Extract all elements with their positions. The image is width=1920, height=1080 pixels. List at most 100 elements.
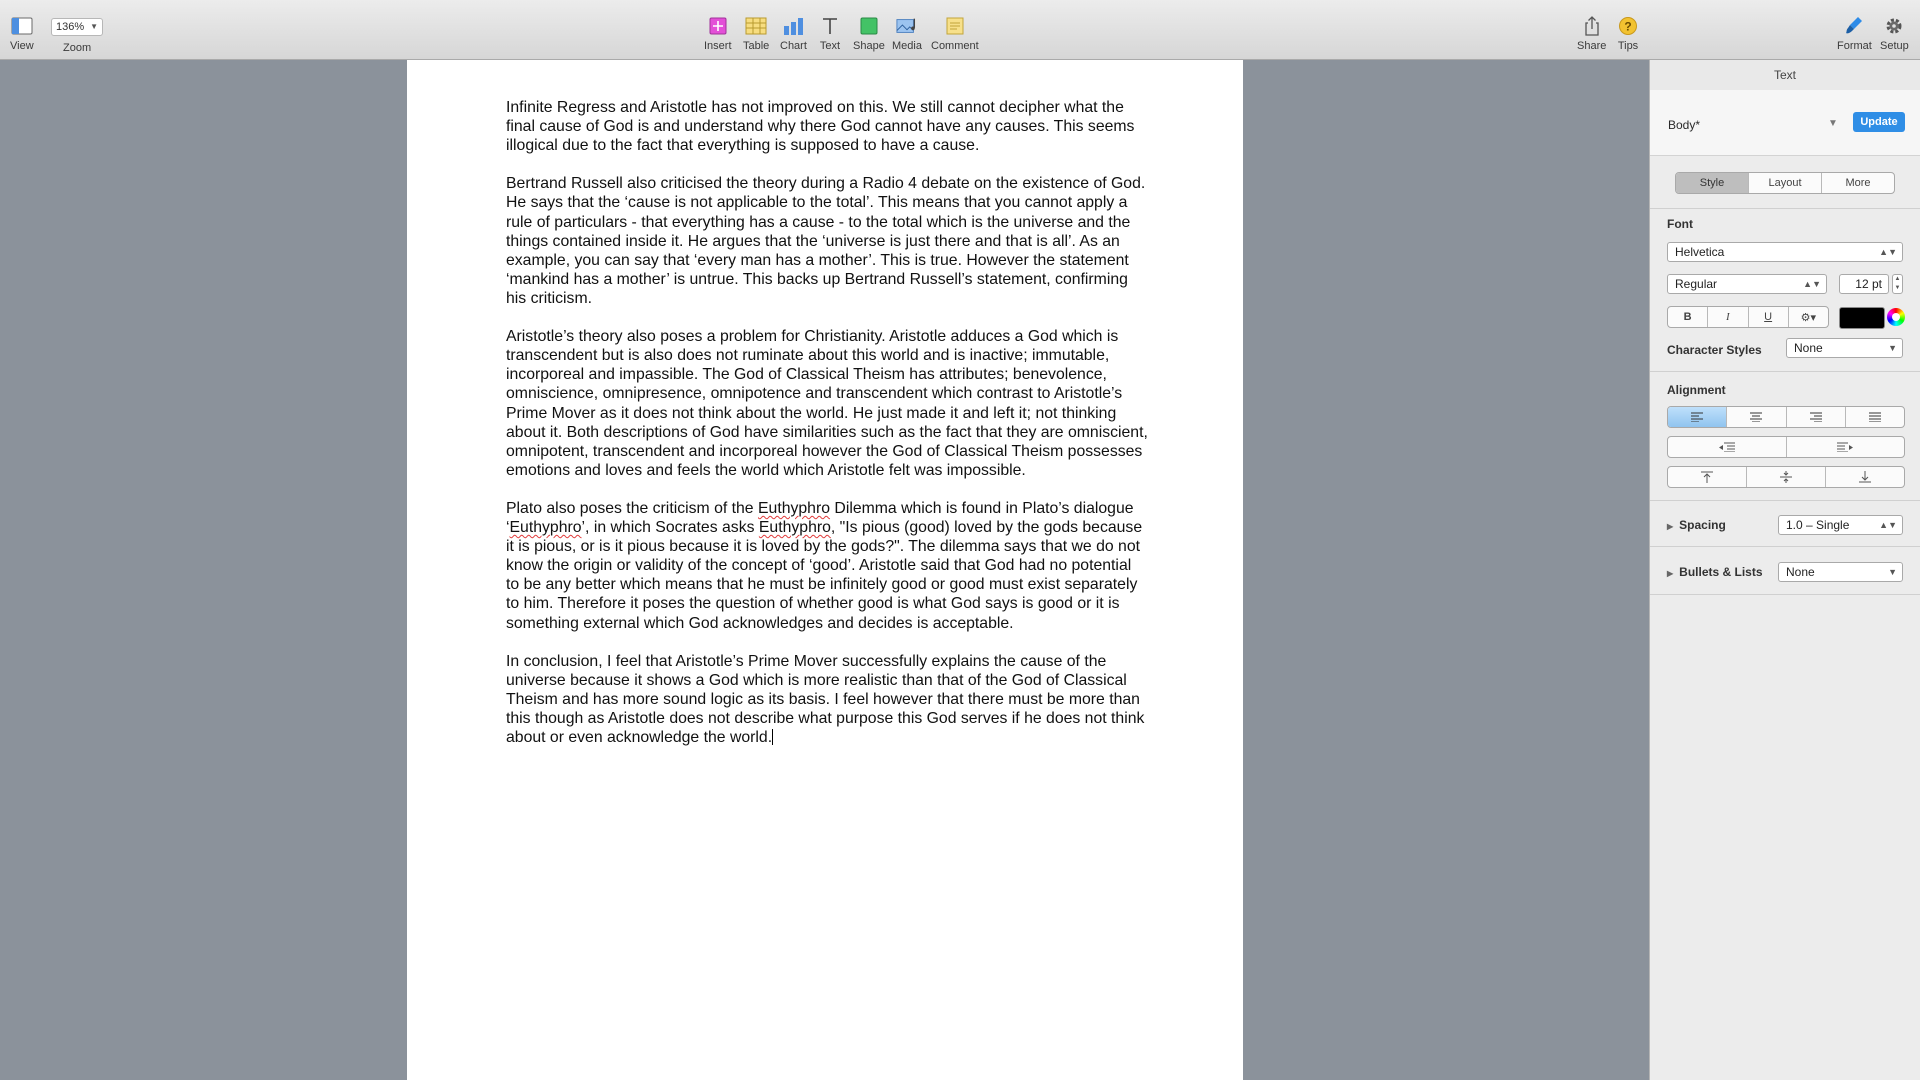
align-left-icon	[1691, 412, 1704, 422]
format-button[interactable]: Format	[1837, 15, 1872, 52]
align-justify-button[interactable]	[1846, 407, 1904, 427]
spacing-value: 1.0 – Single	[1786, 518, 1850, 532]
document-paragraph[interactable]: In conclusion, I feel that Aristotle’s P…	[506, 652, 1148, 747]
alignment-label: Alignment	[1667, 383, 1726, 397]
alignment-buttons	[1667, 406, 1905, 428]
font-typeface-popup[interactable]: Regular ▲▼	[1667, 274, 1827, 294]
table-icon	[745, 15, 767, 37]
document-paragraph[interactable]: Infinite Regress and Aristotle has not i…	[506, 98, 1148, 155]
font-style-buttons: B I U ⚙▾	[1667, 306, 1829, 328]
shape-label: Shape	[853, 40, 885, 52]
misspelled-word: Euthyphro	[758, 499, 831, 517]
comment-button[interactable]: Comment	[931, 15, 979, 52]
media-button[interactable]: Media	[892, 15, 922, 52]
zoom-popup[interactable]: 136% ▼	[51, 18, 103, 36]
paragraph-text: Infinite Regress and Aristotle has not i…	[506, 99, 1135, 155]
align-bottom-button[interactable]	[1826, 467, 1904, 487]
toolbar: View 136% ▼ Zoom Insert Table Chart Text…	[0, 0, 1920, 60]
tips-button[interactable]: ? Tips	[1617, 15, 1639, 52]
vertical-alignment-buttons	[1667, 466, 1905, 488]
align-right-button[interactable]	[1787, 407, 1846, 427]
shape-button[interactable]: Shape	[853, 15, 885, 52]
format-inspector: Text Body* ▼ Update Style Layout More Fo…	[1649, 60, 1920, 1080]
svg-text:?: ?	[1624, 20, 1631, 34]
divider	[1650, 371, 1920, 372]
tab-layout[interactable]: Layout	[1749, 173, 1822, 193]
spacing-popup[interactable]: 1.0 – Single ▲▼	[1778, 515, 1903, 535]
media-label: Media	[892, 40, 922, 52]
setup-label: Setup	[1880, 40, 1909, 52]
align-middle-button[interactable]	[1747, 467, 1826, 487]
share-button[interactable]: Share	[1577, 15, 1606, 52]
decrease-indent-button[interactable]	[1668, 437, 1787, 457]
chevron-updown-icon: ▲▼	[1879, 520, 1897, 530]
question-icon: ?	[1617, 15, 1639, 37]
font-size-field[interactable]: 12 pt	[1839, 274, 1889, 294]
zoom-label: Zoom	[63, 42, 92, 54]
font-size-stepper[interactable]: ▲ ▼	[1892, 274, 1903, 294]
setup-button[interactable]: Setup	[1880, 15, 1909, 52]
text-button[interactable]: Text	[819, 15, 841, 52]
character-styles-popup[interactable]: None ▼	[1786, 338, 1903, 358]
underline-button[interactable]: U	[1749, 307, 1789, 327]
chart-label: Chart	[780, 40, 807, 52]
disclosure-triangle-icon: ▶	[1667, 569, 1674, 578]
align-center-icon	[1750, 412, 1763, 422]
tips-label: Tips	[1617, 40, 1639, 52]
document-paragraph[interactable]: Plato also poses the criticism of the Eu…	[506, 499, 1148, 633]
align-justify-icon	[1868, 412, 1881, 422]
table-button[interactable]: Table	[743, 15, 769, 52]
text-options-button[interactable]: ⚙▾	[1789, 307, 1828, 327]
increase-indent-button[interactable]	[1787, 437, 1905, 457]
paragraph-style-name[interactable]: Body*	[1668, 118, 1700, 132]
bullets-popup[interactable]: None ▼	[1778, 562, 1903, 582]
insert-label: Insert	[704, 40, 732, 52]
align-top-button[interactable]	[1668, 467, 1747, 487]
font-family-value: Helvetica	[1675, 245, 1725, 259]
gear-icon	[1883, 15, 1905, 37]
insert-button[interactable]: Insert	[704, 15, 732, 52]
chart-button[interactable]: Chart	[780, 15, 807, 52]
chevron-down-icon[interactable]: ▼	[1828, 118, 1838, 129]
paragraph-text: ’, in which Socrates asks	[581, 519, 759, 537]
text-label: Text	[819, 40, 841, 52]
update-style-button[interactable]: Update	[1853, 112, 1905, 132]
align-top-icon	[1701, 471, 1713, 483]
comment-label: Comment	[931, 40, 979, 52]
align-left-button[interactable]	[1668, 407, 1728, 427]
tab-more[interactable]: More	[1822, 173, 1894, 193]
spacing-label: Spacing	[1679, 518, 1726, 532]
document-body[interactable]: Infinite Regress and Aristotle has not i…	[506, 98, 1148, 766]
share-icon	[1581, 15, 1603, 37]
divider	[1650, 208, 1920, 209]
disclosure-triangle-icon: ▶	[1667, 522, 1674, 531]
tab-style[interactable]: Style	[1676, 173, 1749, 193]
align-middle-icon	[1780, 471, 1792, 483]
paragraph-text: Bertrand Russell also criticised the the…	[506, 175, 1146, 307]
color-wheel-icon[interactable]	[1887, 308, 1905, 326]
text-color-swatch[interactable]	[1839, 307, 1885, 329]
divider	[1650, 594, 1920, 595]
paragraph-text: Plato also poses the criticism of the	[506, 499, 758, 517]
view-button[interactable]: View	[10, 15, 34, 52]
paragraph-style-row: Body* ▼ Update	[1650, 90, 1920, 156]
font-section-label: Font	[1667, 217, 1693, 231]
inspector-tabs: Style Layout More	[1675, 172, 1895, 194]
font-family-popup[interactable]: Helvetica ▲▼	[1667, 242, 1903, 262]
document-paragraph[interactable]: Aristotle’s theory also poses a problem …	[506, 327, 1148, 480]
divider	[1650, 546, 1920, 547]
divider	[1650, 500, 1920, 501]
document-page[interactable]: Infinite Regress and Aristotle has not i…	[407, 60, 1243, 1080]
text-cursor	[772, 729, 774, 746]
format-label: Format	[1837, 40, 1872, 52]
spacing-disclosure[interactable]: ▶ Spacing	[1667, 518, 1726, 532]
outdent-icon	[1718, 442, 1735, 452]
chevron-down-icon: ▼	[1888, 567, 1897, 577]
document-paragraph[interactable]: Bertrand Russell also criticised the the…	[506, 174, 1148, 308]
bold-button[interactable]: B	[1668, 307, 1709, 327]
italic-button[interactable]: I	[1708, 307, 1749, 327]
align-center-button[interactable]	[1727, 407, 1787, 427]
font-size-value: 12 pt	[1855, 277, 1882, 291]
misspelled-word: Euthyphro	[758, 519, 831, 537]
bullets-disclosure[interactable]: ▶ Bullets & Lists	[1667, 565, 1763, 579]
